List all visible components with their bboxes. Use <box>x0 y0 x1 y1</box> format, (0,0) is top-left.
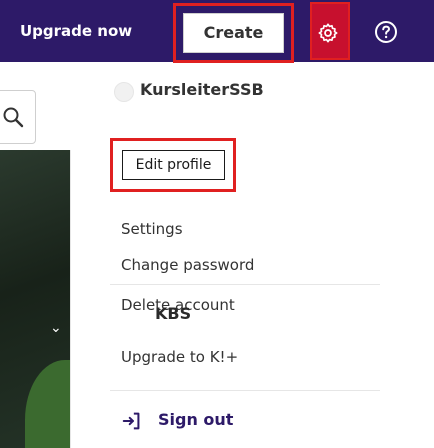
help-icon[interactable] <box>374 20 398 44</box>
divider <box>70 150 71 448</box>
upgrade-now-button[interactable]: Upgrade now <box>20 18 132 44</box>
menu-separator <box>110 390 380 391</box>
chevron-down-icon: ⌄ <box>50 320 62 336</box>
edit-profile-highlight: Edit profile <box>110 138 236 192</box>
gear-icon[interactable] <box>317 22 339 44</box>
sign-out-button[interactable]: Sign out <box>158 410 233 429</box>
menu-item-upgrade[interactable]: Upgrade to K!+ <box>121 348 238 366</box>
menu-item-change-password[interactable]: Change password <box>121 256 254 274</box>
edit-profile-button[interactable]: Edit profile <box>122 150 225 180</box>
menu-separator <box>110 284 380 285</box>
create-button[interactable]: Create <box>183 13 284 53</box>
avatar <box>114 82 134 102</box>
top-bar: Upgrade now Create <box>0 0 434 63</box>
search-icon <box>3 107 24 128</box>
background-image: ⌄ <box>0 150 70 448</box>
sign-out-icon[interactable] <box>121 410 143 432</box>
search-button[interactable] <box>0 90 36 144</box>
menu-item-settings[interactable]: Settings <box>121 220 183 238</box>
menu-item-kbs[interactable]: KBS <box>155 304 191 323</box>
profile-username: KursleiterSSB <box>140 80 264 99</box>
